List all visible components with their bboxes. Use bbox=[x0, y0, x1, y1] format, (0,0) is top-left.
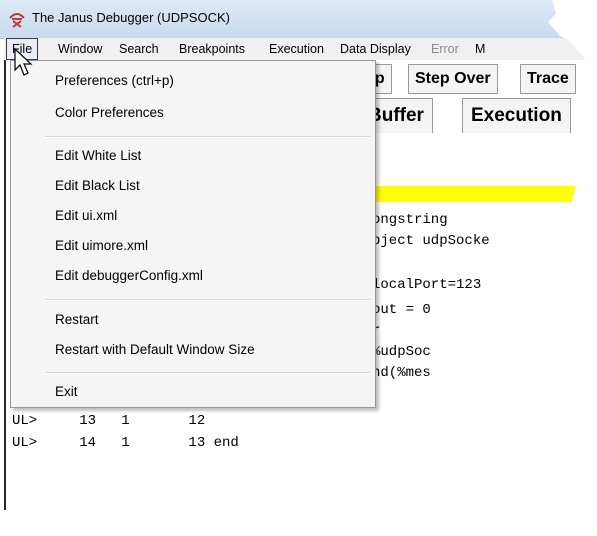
menu-item-edit-debuggerconfig-xml[interactable]: Edit debuggerConfig.xml bbox=[55, 268, 203, 283]
screenshot-fragment: The Janus Debugger (UDPSOCK) File Window… bbox=[0, 0, 591, 534]
menu-breakpoints[interactable]: Breakpoints bbox=[174, 38, 250, 60]
menu-search[interactable]: Search bbox=[114, 38, 164, 60]
menu-item-edit-ui-xml[interactable]: Edit ui.xml bbox=[55, 208, 117, 223]
code-line: out = 0 bbox=[372, 302, 431, 318]
menu-item-edit-black-list[interactable]: Edit Black List bbox=[55, 178, 140, 193]
menu-item-color-preferences[interactable]: Color Preferences bbox=[55, 105, 164, 120]
menu-item-edit-white-list[interactable]: Edit White List bbox=[55, 148, 141, 163]
window-frame-left bbox=[4, 60, 6, 510]
menu-item-restart[interactable]: Restart bbox=[55, 312, 99, 327]
tab-execution[interactable]: Execution bbox=[462, 98, 571, 133]
menu-item-edit-uimore-xml[interactable]: Edit uimore.xml bbox=[55, 238, 148, 253]
code-line: %udpSoc bbox=[372, 344, 431, 360]
console-line: UL> 14 1 13 end bbox=[12, 435, 239, 451]
current-line-highlight bbox=[370, 186, 591, 202]
code-line: bject udpSocke bbox=[372, 233, 490, 249]
menu-item-exit[interactable]: Exit bbox=[55, 384, 78, 399]
menu-more[interactable]: M bbox=[470, 38, 490, 60]
menu-data-display[interactable]: Data Display bbox=[335, 38, 416, 60]
janus-app-icon bbox=[9, 13, 25, 28]
trace-button[interactable]: Trace bbox=[520, 64, 576, 94]
menu-error[interactable]: Error bbox=[426, 38, 464, 60]
code-line: localPort=123 bbox=[372, 277, 482, 293]
menu-bar: File Window Search Breakpoints Execution… bbox=[4, 38, 591, 60]
menu-execution[interactable]: Execution bbox=[264, 38, 329, 60]
mouse-cursor-icon bbox=[14, 48, 33, 76]
menu-item-restart-default-size[interactable]: Restart with Default Window Size bbox=[55, 342, 255, 357]
file-menu-dropdown: Preferences (ctrl+p) Color Preferences E… bbox=[10, 60, 376, 408]
menu-separator bbox=[45, 372, 370, 374]
title-bar: The Janus Debugger (UDPSOCK) bbox=[0, 0, 591, 39]
console-line: UL> 13 1 12 bbox=[12, 413, 206, 429]
menu-separator bbox=[45, 299, 370, 301]
menu-separator bbox=[45, 136, 370, 138]
code-line: nd(%mes bbox=[372, 365, 431, 381]
window-title: The Janus Debugger (UDPSOCK) bbox=[32, 10, 230, 25]
code-line: ongstring bbox=[372, 212, 448, 228]
menu-item-preferences[interactable]: Preferences (ctrl+p) bbox=[55, 73, 174, 88]
step-over-button[interactable]: Step Over bbox=[408, 64, 498, 94]
menu-window[interactable]: Window bbox=[53, 38, 107, 60]
